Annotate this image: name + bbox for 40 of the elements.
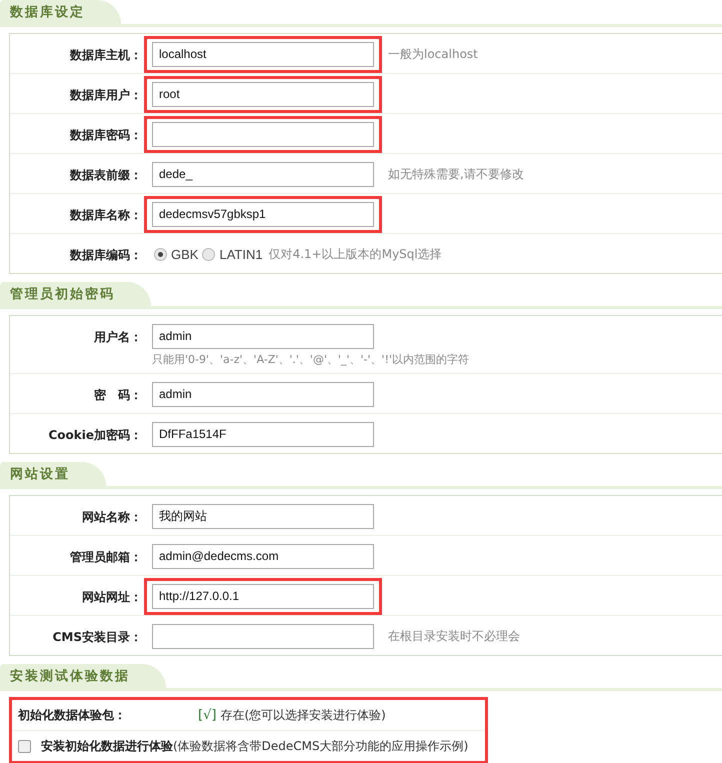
field-label: 密 码： <box>94 388 142 402</box>
input-field[interactable]: root <box>152 82 374 106</box>
input-field[interactable]: dede_ <box>152 162 374 186</box>
input-field[interactable] <box>152 624 374 648</box>
input-field[interactable]: dedecmsv57gbksp1 <box>152 202 374 226</box>
radio-button[interactable] <box>202 248 216 260</box>
input-field[interactable]: http://127.0.0.1 <box>152 584 374 608</box>
hint-text: 在根目录安装时不必理会 <box>388 628 520 644</box>
check-mark: [√] <box>198 708 216 722</box>
field-label: 网站名称： <box>82 510 142 524</box>
checkbox[interactable] <box>18 740 31 752</box>
field-label: 数据库主机： <box>70 48 142 62</box>
field-label: 初始化数据体验包： <box>18 706 127 724</box>
radio-button[interactable] <box>154 248 167 260</box>
radio-label[interactable]: GBK <box>171 246 198 262</box>
field-label: 网站网址： <box>82 590 142 604</box>
input-field[interactable] <box>152 122 374 146</box>
field-label: 数据库名称： <box>70 208 142 222</box>
field-label: 数据库用户： <box>70 88 142 102</box>
field-label: 用户名： <box>94 330 142 344</box>
field-label: CMS安装目录： <box>52 630 142 644</box>
input-field[interactable]: admin <box>152 382 374 406</box>
field-label: 数据库编码： <box>70 248 142 262</box>
hint-text: 仅对4.1+以上版本的MySql选择 <box>268 246 442 262</box>
field-label: 管理员邮箱： <box>70 550 142 564</box>
hint-text: 一般为localhost <box>388 46 478 62</box>
hint-text: (体验数据将含带DedeCMS大部分功能的应用操作示例) <box>173 738 468 754</box>
checkbox-label[interactable]: 安装初始化数据进行体验 <box>41 738 173 754</box>
field-label: Cookie加密码： <box>48 428 142 442</box>
radio-label[interactable]: LATIN1 <box>219 246 263 262</box>
hint-text: 只能用'0-9'、'a-z'、'A-Z'、'.'、'@'、'_'、'-'、'!'以内范围的字符 <box>152 352 469 367</box>
input-field[interactable]: admin@dedecms.com <box>152 544 374 568</box>
input-field[interactable]: localhost <box>152 42 374 66</box>
field-label: 数据库密码： <box>70 128 142 142</box>
input-field[interactable]: DfFFa1514F <box>152 422 374 446</box>
status-text: 存在(您可以选择安装进行体验) <box>220 706 386 724</box>
input-field[interactable]: 我的网站 <box>152 504 374 528</box>
field-label: 数据表前缀： <box>70 168 142 182</box>
input-field[interactable]: admin <box>152 324 374 348</box>
hint-text: 如无特殊需要,请不要修改 <box>388 166 524 182</box>
